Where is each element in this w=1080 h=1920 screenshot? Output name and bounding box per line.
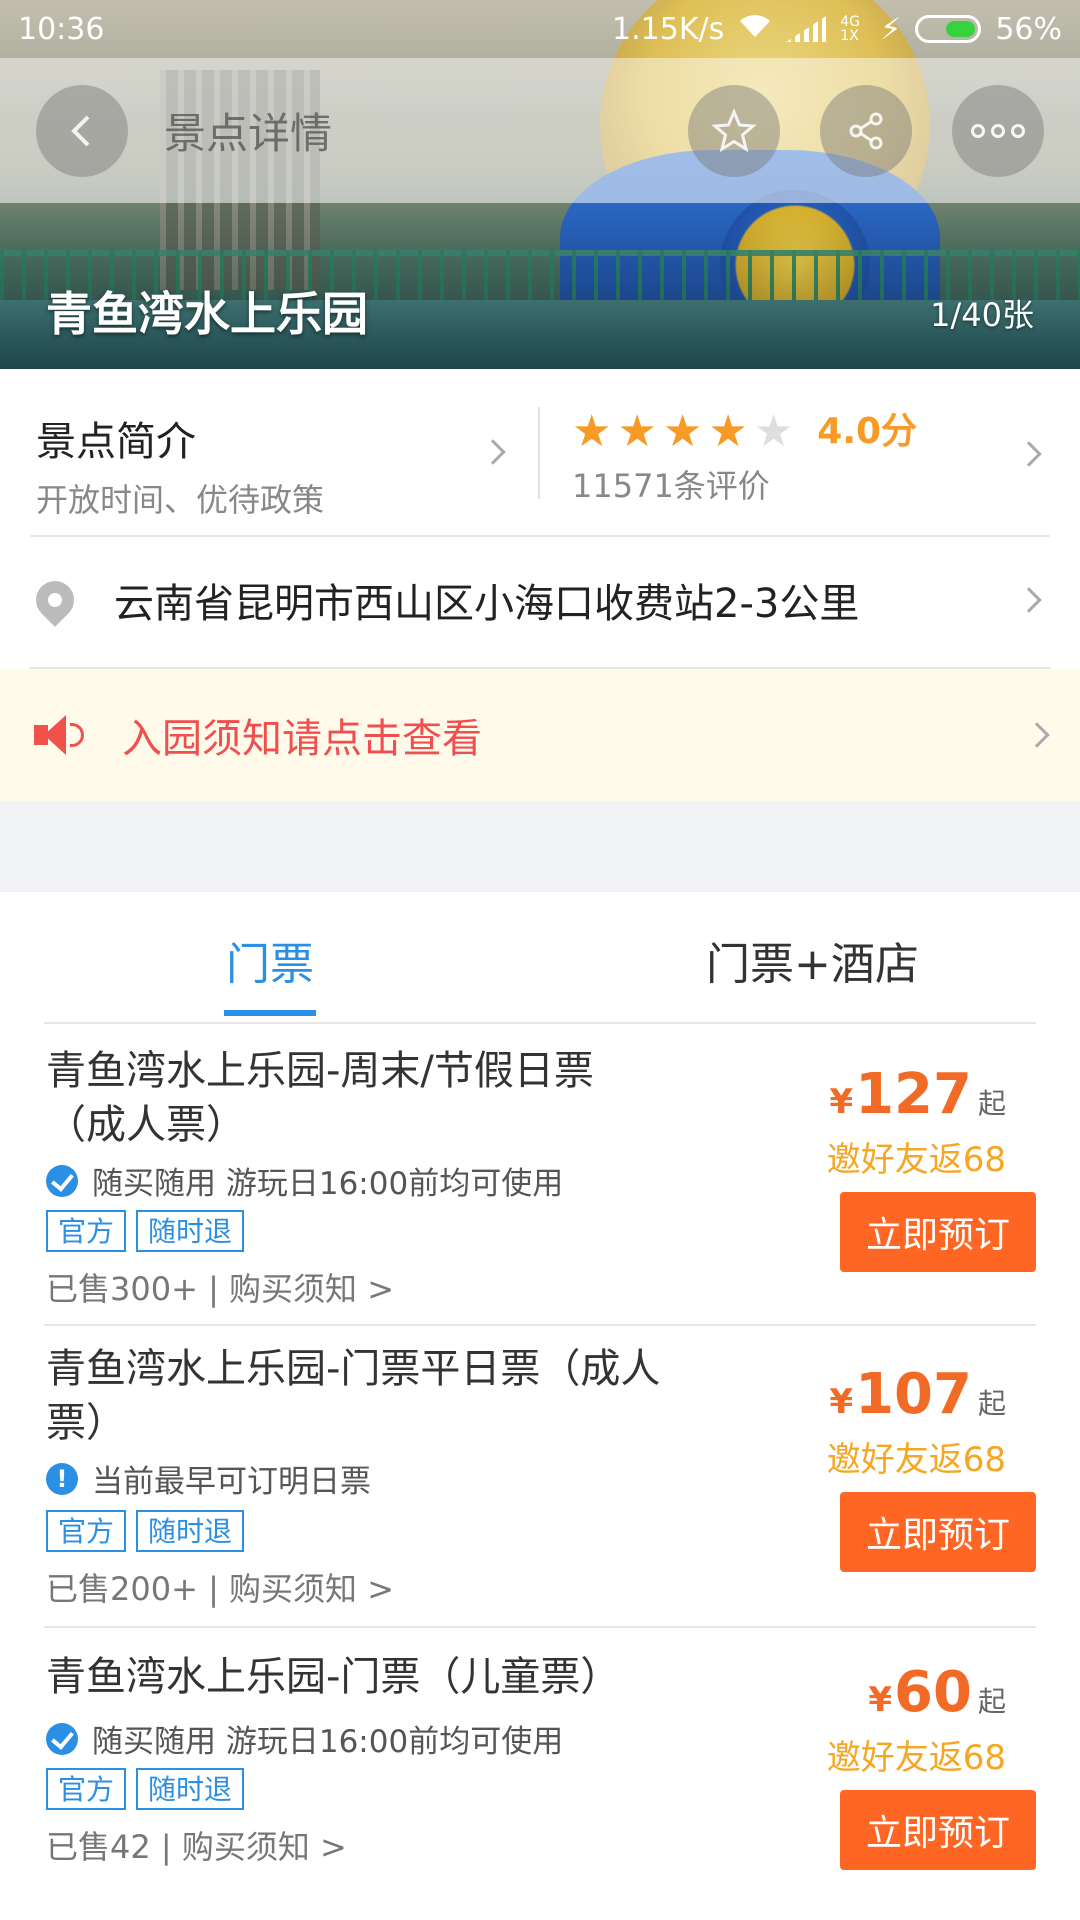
- tag-refundable: 随时退: [136, 1510, 245, 1552]
- rating-link[interactable]: ★ ★ ★ ★ ★ 4.0分 11571条评价: [572, 409, 1032, 507]
- info-circle-icon: !: [46, 1462, 78, 1495]
- tab-tickets-hotel[interactable]: 门票+酒店: [706, 928, 919, 992]
- status-bar: 10:36 1.15K/s 4G 1X ⚡ 56%: [0, 0, 1080, 58]
- tab-tickets[interactable]: 门票: [226, 928, 314, 992]
- divider: [30, 535, 1050, 537]
- ticket-item[interactable]: 青鱼湾水上乐园-门票（儿童票） 随买随用 游玩日16:00前均可使用 官方 随时…: [0, 1628, 1080, 1920]
- sold-and-notice[interactable]: 已售300+ | 购买须知 >: [46, 1264, 394, 1310]
- feature-text: 随买随用 游玩日16:00前均可使用: [92, 1166, 564, 1202]
- currency-symbol: ¥: [829, 1382, 854, 1422]
- price-value: 127: [855, 1062, 972, 1127]
- tag-official: 官方: [46, 1210, 127, 1252]
- star-filled-icon: ★: [708, 406, 748, 457]
- tab-indicator: [224, 1010, 316, 1016]
- ticket-tags: 官方 随时退: [46, 1768, 245, 1810]
- ticket-list: 青鱼湾水上乐园-周末/节假日票（成人票） 随买随用 游玩日16:00前均可使用 …: [0, 1024, 1080, 1920]
- sold-and-notice[interactable]: 已售42 | 购买须知 >: [46, 1822, 347, 1868]
- ticket-price: ¥ 60 起: [868, 1660, 1006, 1725]
- battery-percent: 56%: [995, 11, 1062, 47]
- ticket-tags: 官方 随时退: [46, 1210, 245, 1252]
- location-pin-icon: [28, 573, 82, 627]
- price-suffix: 起: [977, 1685, 1006, 1718]
- address-row[interactable]: 云南省昆明市西山区小海口收费站2-3公里: [28, 545, 1046, 655]
- tag-official: 官方: [46, 1510, 127, 1552]
- network-speed: 1.15K/s: [612, 11, 725, 47]
- sold-and-notice[interactable]: 已售200+ | 购买须知 >: [46, 1564, 394, 1610]
- price-suffix: 起: [977, 1387, 1006, 1420]
- tag-refundable: 随时退: [136, 1768, 245, 1810]
- chevron-right-icon: [1024, 722, 1050, 748]
- divider: [538, 407, 540, 499]
- intro-heading: 景点简介: [36, 419, 196, 465]
- notice-text: 入园须知请点击查看: [122, 716, 482, 762]
- star-outline-icon: [711, 107, 757, 152]
- intro-subtitle: 开放时间、优待政策: [36, 481, 325, 519]
- speaker-icon: [34, 715, 84, 755]
- charging-icon: ⚡: [880, 11, 902, 47]
- feature-text: 随买随用 游玩日16:00前均可使用: [92, 1724, 564, 1760]
- book-now-button[interactable]: 立即预订: [840, 1790, 1036, 1870]
- ticket-name: 青鱼湾水上乐园-门票（儿童票）: [46, 1654, 621, 1700]
- ticket-feature: ! 当前最早可订明日票: [46, 1456, 371, 1501]
- more-dots-icon: [971, 123, 1025, 138]
- rating-stars: ★ ★ ★ ★ ★ 4.0分: [572, 409, 1032, 455]
- book-now-button[interactable]: 立即预订: [840, 1492, 1036, 1572]
- address-text: 云南省昆明市西山区小海口收费站2-3公里: [114, 581, 860, 627]
- ticket-feature: 随买随用 游玩日16:00前均可使用: [46, 1716, 563, 1761]
- favorite-button[interactable]: [688, 84, 780, 177]
- check-circle-icon: [46, 1722, 78, 1755]
- back-arrow-icon: [71, 115, 90, 146]
- rebate-text: 邀好友返68: [826, 1440, 1006, 1480]
- wifi-icon: [738, 12, 772, 47]
- tag-refundable: 随时退: [136, 1210, 245, 1252]
- price-value: 107: [855, 1362, 972, 1427]
- battery-icon: [915, 15, 982, 43]
- page-title: 景点详情: [164, 109, 333, 158]
- currency-symbol: ¥: [829, 1082, 854, 1122]
- ticket-price: ¥ 127 起: [829, 1062, 1006, 1127]
- star-empty-icon: ★: [753, 406, 794, 457]
- ticket-item[interactable]: 青鱼湾水上乐园-门票平日票（成人票） ! 当前最早可订明日票 官方 随时退 已售…: [0, 1326, 1080, 1626]
- info-card: 景点简介 开放时间、优待政策 ★ ★ ★ ★ ★ 4.0分 11571条评价 云…: [0, 369, 1080, 669]
- check-circle-icon: [46, 1164, 78, 1197]
- ticket-tags: 官方 随时退: [46, 1510, 245, 1552]
- ticket-name: 青鱼湾水上乐园-门票平日票（成人票）: [46, 1346, 661, 1446]
- ticket-tabs: 门票 门票+酒店: [0, 892, 1080, 1024]
- star-filled-icon: ★: [617, 406, 657, 457]
- price-suffix: 起: [977, 1087, 1006, 1120]
- feature-text: 当前最早可订明日票: [92, 1464, 371, 1500]
- rebate-text: 邀好友返68: [826, 1738, 1006, 1778]
- share-icon: [849, 112, 883, 149]
- currency-symbol: ¥: [868, 1680, 893, 1720]
- entry-notice[interactable]: 入园须知请点击查看: [0, 669, 1080, 801]
- tag-official: 官方: [46, 1768, 127, 1810]
- signal-icon: [786, 16, 827, 42]
- review-count: 11571条评价: [572, 467, 770, 505]
- rebate-text: 邀好友返68: [826, 1140, 1006, 1180]
- rating-score: 4.0分: [817, 411, 918, 452]
- price-value: 60: [894, 1660, 972, 1725]
- book-now-button[interactable]: 立即预订: [840, 1192, 1036, 1272]
- ticket-price: ¥ 107 起: [829, 1362, 1006, 1427]
- ticket-item[interactable]: 青鱼湾水上乐园-周末/节假日票（成人票） 随买随用 游玩日16:00前均可使用 …: [0, 1024, 1080, 1324]
- network-type: 4G 1X: [840, 14, 860, 44]
- ticket-name: 青鱼湾水上乐园-周末/节假日票（成人票）: [46, 1048, 594, 1148]
- attraction-name: 青鱼湾水上乐园: [46, 287, 368, 341]
- intro-link[interactable]: 景点简介 开放时间、优待政策: [36, 409, 516, 521]
- status-time: 10:36: [18, 11, 105, 47]
- star-filled-icon: ★: [572, 406, 612, 457]
- title-bar: 景点详情: [0, 58, 1080, 203]
- star-filled-icon: ★: [662, 406, 703, 457]
- ticket-feature: 随买随用 游玩日16:00前均可使用: [46, 1158, 563, 1203]
- photo-count[interactable]: 1/40张: [930, 290, 1034, 336]
- more-button[interactable]: [952, 84, 1044, 177]
- share-button[interactable]: [820, 84, 912, 177]
- back-button[interactable]: [36, 84, 128, 177]
